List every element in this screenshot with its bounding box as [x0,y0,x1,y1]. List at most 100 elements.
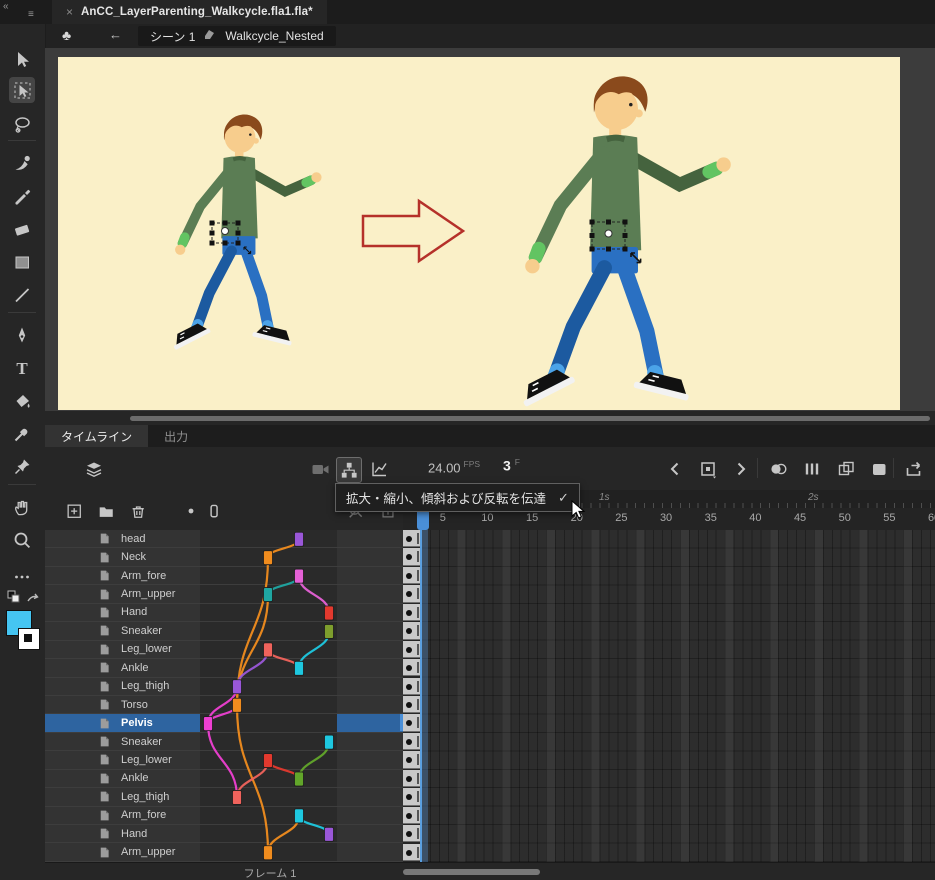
prev-frame-button[interactable] [663,457,687,481]
fps-value[interactable]: 24.00FPS [428,459,480,475]
layer-row-sneaker[interactable]: Sneaker [45,622,403,640]
layer-row-arm_upper[interactable]: Arm_upper [45,843,403,861]
stage-scrollbar[interactable] [45,411,935,425]
add-folder-button[interactable] [95,500,117,522]
current-frame-button[interactable] [696,457,720,481]
edit-multiple-frames-button[interactable] [834,457,858,481]
stage[interactable] [45,48,935,411]
layer-row-leg_thigh[interactable]: Leg_thigh [45,788,403,806]
frame-span-cell[interactable] [403,714,421,731]
layer-row-ankle[interactable]: Ankle [45,770,403,788]
prev-frame-icon [665,459,685,479]
library-club-icon[interactable]: ♣ [62,27,71,43]
layer-row-hand[interactable]: Hand [45,604,403,622]
tool-lasso[interactable] [9,111,35,137]
next-frame-button[interactable] [729,457,753,481]
current-frame-value[interactable]: 3F [503,457,520,474]
tool-eraser[interactable] [9,216,35,242]
tool-zoom[interactable] [9,527,35,553]
layer-row-leg_lower[interactable]: Leg_lower [45,751,403,769]
close-tab-icon[interactable]: × [66,5,73,19]
layer-row-tail [337,641,403,658]
page-icon [97,734,112,749]
layer-row-arm_fore[interactable]: Arm_fore [45,807,403,825]
layer-row-pelvis[interactable]: Pelvis [45,714,403,732]
layer-row-sneaker[interactable]: Sneaker [45,733,403,751]
layer-row-leg_lower[interactable]: Leg_lower [45,641,403,659]
layer-row-head[interactable]: head [45,530,403,548]
next-frame-icon [731,459,751,479]
layer-row-arm_fore[interactable]: Arm_fore [45,567,403,585]
page-icon [97,716,112,731]
frame-span-cell[interactable] [403,548,421,565]
frame-span-cell[interactable] [403,678,421,695]
layer-row-neck[interactable]: Neck [45,548,403,566]
layer-row-hand[interactable]: Hand [45,825,403,843]
back-button[interactable]: ← [109,27,122,42]
layer-row-torso[interactable]: Torso [45,696,403,714]
show-all-button[interactable] [180,500,202,522]
tool-text[interactable]: T [9,355,35,381]
frame-span-column[interactable] [403,530,421,862]
layer-name: Hand [121,606,147,618]
camera-button[interactable] [308,457,332,481]
delete-layer-button[interactable] [127,500,149,522]
tool-eyedropper[interactable] [9,421,35,447]
graph-editor-button[interactable] [367,457,391,481]
tool-more-tools[interactable] [9,564,35,590]
frame-span-cell[interactable] [403,567,421,584]
onion-skin-button[interactable] [766,457,790,481]
layer-row-leg_thigh[interactable]: Leg_thigh [45,678,403,696]
layer-row-ankle[interactable]: Ankle [45,659,403,677]
stroke-color-swatch[interactable] [18,628,40,650]
breadcrumb-scene[interactable]: シーン 1 [150,28,195,45]
frame-span-cell[interactable] [403,825,421,842]
layers-stack-button[interactable] [82,457,106,481]
parenting-view-button[interactable] [336,457,362,483]
timeline-scrollbar-thumb[interactable] [403,869,540,875]
tool-classic-brush[interactable] [9,183,35,209]
onion-outline-button[interactable] [800,457,824,481]
tool-selection[interactable] [9,46,35,72]
stage-scrollbar-thumb[interactable] [130,416,930,421]
tool-pin[interactable] [9,454,35,480]
frames-grid[interactable] [421,530,935,862]
panel-tab-1[interactable]: 出力 [148,425,204,447]
frame-span-cell[interactable] [403,733,421,750]
panel-tab-0[interactable]: タイムライン [45,425,148,447]
panel-collapse-icon[interactable]: « [3,1,9,12]
tool-fluid-brush[interactable] [9,150,35,176]
breadcrumb-symbol[interactable]: Walkcycle_Nested [225,29,323,43]
ruler-number: 30 [660,512,672,524]
frame-span-cell[interactable] [403,844,421,861]
frame-span-cell[interactable] [403,807,421,824]
document-tab[interactable]: × AnCC_LayerParenting_Walkcycle.fla1.fla… [52,0,327,24]
frame-span-cell[interactable] [403,604,421,621]
check-icon: ✓ [558,490,569,506]
propagate-transform-menu-item[interactable]: 拡大・縮小、傾斜および反転を伝達 ✓ [335,483,580,512]
canvas[interactable] [58,57,900,410]
frame-span-cell[interactable] [403,696,421,713]
frame-span-cell[interactable] [403,788,421,805]
frame-span-cell[interactable] [403,585,421,602]
tool-pen[interactable] [9,322,35,348]
panel-menu-icon[interactable]: ≡ [28,9,34,20]
insert-frame-button[interactable] [867,457,891,481]
default-swap-colors[interactable] [6,589,40,605]
outline-all-button[interactable] [203,500,225,522]
tool-free-transform[interactable] [9,77,35,103]
tool-rectangle[interactable] [9,249,35,275]
tool-hand[interactable] [9,494,35,520]
add-layer-button[interactable] [63,500,85,522]
tool-line[interactable] [9,282,35,308]
frame-span-cell[interactable] [403,770,421,787]
frame-span-cell[interactable] [403,530,421,547]
tool-paint-bucket[interactable] [9,388,35,414]
frame-span-cell[interactable] [403,641,421,658]
loop-button[interactable] [901,457,925,481]
frame-span-cell[interactable] [403,751,421,768]
frame-span-cell[interactable] [403,659,421,676]
frame-span-cell[interactable] [403,622,421,639]
layer-row-arm_upper[interactable]: Arm_upper [45,585,403,603]
layer-name: Ankle [121,772,149,784]
